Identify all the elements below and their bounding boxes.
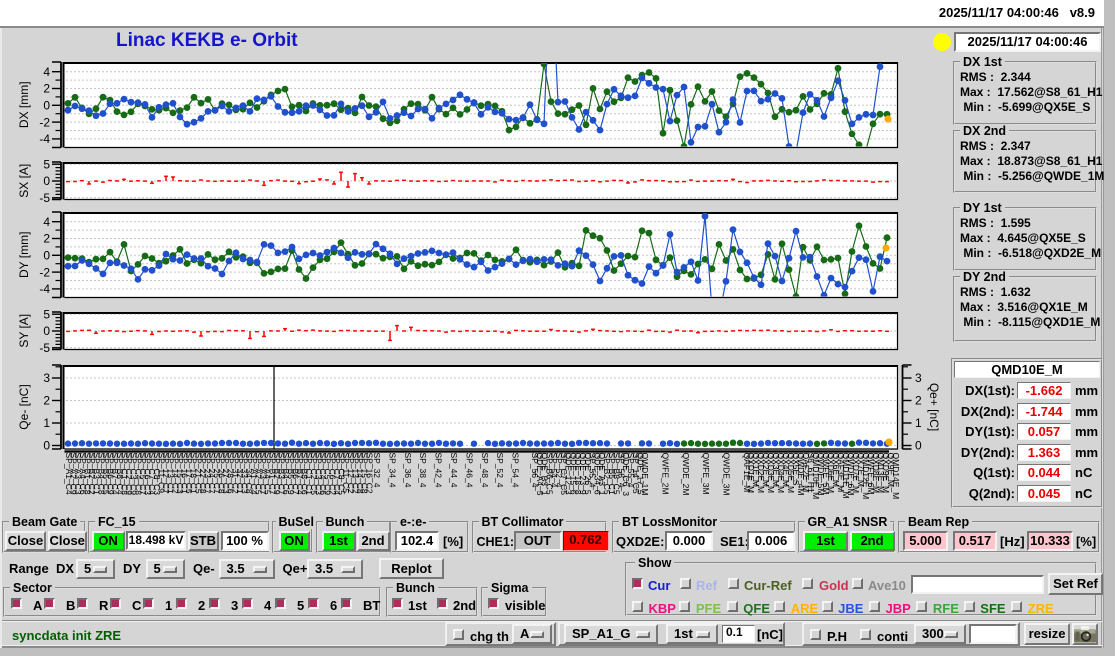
svg-text:-2: -2 bbox=[39, 115, 50, 129]
svg-text:-4: -4 bbox=[39, 282, 50, 296]
svg-text:-2: -2 bbox=[39, 265, 50, 279]
svg-text:2: 2 bbox=[43, 82, 50, 96]
svg-text:Qe+ [nC]: Qe+ [nC] bbox=[927, 383, 940, 431]
svg-text:0: 0 bbox=[43, 324, 50, 338]
svg-text:0: 0 bbox=[43, 439, 50, 453]
svg-text:SP_44_4: SP_44_4 bbox=[449, 453, 459, 488]
svg-text:QMD14E_M: QMD14E_M bbox=[891, 453, 901, 500]
svg-text:0: 0 bbox=[43, 174, 50, 188]
svg-text:SP_38_4: SP_38_4 bbox=[418, 453, 428, 488]
svg-text:5: 5 bbox=[43, 157, 50, 171]
svg-text:SP_54_4: SP_54_4 bbox=[511, 453, 521, 488]
svg-text:1: 1 bbox=[43, 416, 50, 430]
svg-text:SP_46_4: SP_46_4 bbox=[464, 453, 474, 488]
svg-text:0: 0 bbox=[43, 99, 50, 113]
svg-text:SP_32_4: SP_32_4 bbox=[372, 453, 382, 488]
svg-text:DY [mm]: DY [mm] bbox=[17, 232, 31, 278]
svg-text:QWDE_1M: QWDE_1M bbox=[640, 453, 650, 496]
svg-text:2: 2 bbox=[43, 232, 50, 246]
svg-text:-5: -5 bbox=[39, 341, 50, 355]
svg-text:1: 1 bbox=[915, 416, 922, 430]
svg-text:QWFE_3M: QWFE_3M bbox=[701, 453, 711, 495]
svg-text:3: 3 bbox=[43, 371, 50, 385]
svg-text:SP_42_4: SP_42_4 bbox=[434, 453, 444, 488]
svg-text:SP_34_4: SP_34_4 bbox=[387, 453, 397, 488]
svg-text:QWDE_2M: QWDE_2M bbox=[681, 453, 691, 496]
svg-text:5: 5 bbox=[43, 307, 50, 321]
svg-text:2: 2 bbox=[43, 394, 50, 408]
svg-text:QWDE_3M: QWDE_3M bbox=[722, 453, 732, 496]
svg-text:QWFE_2M: QWFE_2M bbox=[660, 453, 670, 495]
svg-text:DX [mm]: DX [mm] bbox=[17, 81, 31, 128]
svg-text:3: 3 bbox=[915, 371, 922, 385]
svg-text:4: 4 bbox=[43, 65, 50, 79]
svg-text:SP_36_4: SP_36_4 bbox=[403, 453, 413, 488]
svg-text:-4: -4 bbox=[39, 132, 50, 146]
svg-text:SP_52_4: SP_52_4 bbox=[495, 453, 505, 488]
svg-text:SX [A]: SX [A] bbox=[17, 164, 31, 198]
svg-text:-5: -5 bbox=[39, 191, 50, 205]
svg-text:0: 0 bbox=[915, 439, 922, 453]
svg-text:0: 0 bbox=[43, 249, 50, 263]
svg-text:SP_48_4: SP_48_4 bbox=[480, 453, 490, 488]
svg-text:Qe- [nC]: Qe- [nC] bbox=[17, 384, 31, 429]
svg-text:2: 2 bbox=[915, 394, 922, 408]
svg-text:4: 4 bbox=[43, 215, 50, 229]
svg-text:SY [A]: SY [A] bbox=[17, 314, 31, 348]
